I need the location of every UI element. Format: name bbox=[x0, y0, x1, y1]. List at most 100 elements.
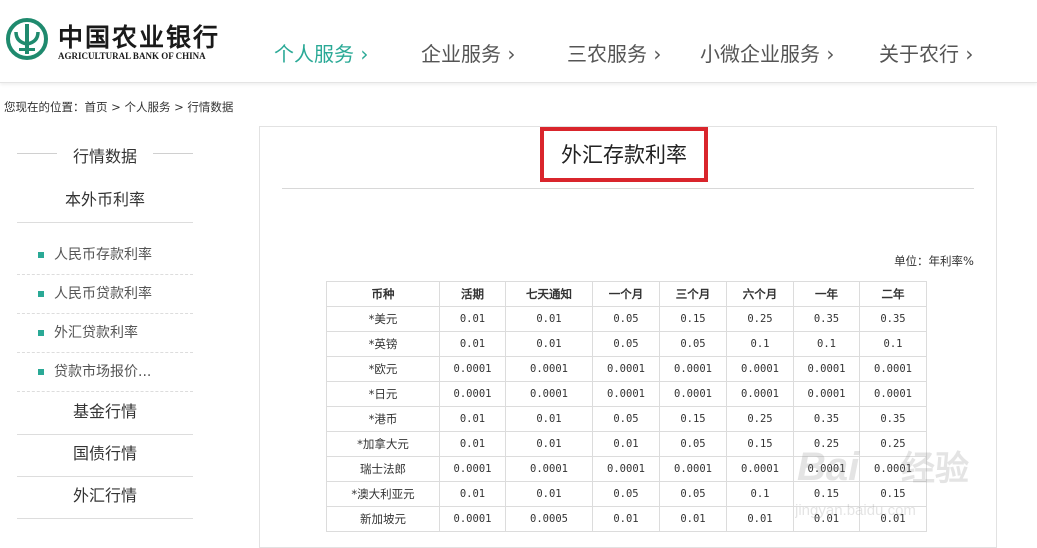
bullet-icon bbox=[38, 369, 44, 375]
column-header: 七天通知 bbox=[505, 281, 593, 307]
logo-chinese-name: 中国农业银行 bbox=[58, 23, 221, 52]
column-header: 六个月 bbox=[726, 281, 794, 307]
rate-cell: 0.0001 bbox=[859, 356, 927, 382]
rate-cell: 0.35 bbox=[793, 406, 860, 432]
table-row: *加拿大元 0.01 0.01 0.01 0.05 0.15 0.25 0.25 bbox=[326, 431, 927, 457]
sidebar-item-rmb-deposit-rates[interactable]: 人民币存款利率 bbox=[17, 236, 193, 275]
sidebar-section-fx-quotes[interactable]: 外汇行情 bbox=[17, 476, 193, 519]
abc-logo-icon bbox=[6, 18, 48, 60]
rate-cell: 0.35 bbox=[793, 306, 860, 332]
rate-cell: 0.01 bbox=[505, 431, 593, 457]
rate-cell: 0.0005 bbox=[505, 506, 593, 532]
rate-cell: 0.15 bbox=[659, 406, 727, 432]
rate-cell: 0.0001 bbox=[659, 456, 727, 482]
rate-cell: 0.0001 bbox=[793, 356, 860, 382]
rate-cell: 0.01 bbox=[659, 506, 727, 532]
unit-note: 单位：年利率% bbox=[894, 254, 974, 268]
sidebar-item-label: 人民币存款利率 bbox=[54, 247, 152, 263]
table-row: *港币 0.01 0.01 0.05 0.15 0.25 0.35 0.35 bbox=[326, 406, 927, 432]
currency-cell: 瑞士法郎 bbox=[326, 456, 440, 482]
currency-cell: *欧元 bbox=[326, 356, 440, 382]
sidebar-heading-label: 行情数据 bbox=[72, 147, 137, 166]
nav-agriculture-services[interactable]: 三农服务 › bbox=[567, 38, 661, 67]
rate-cell: 0.0001 bbox=[793, 456, 860, 482]
table-row: *日元 0.0001 0.0001 0.0001 0.0001 0.0001 0.0001 0… bbox=[326, 381, 927, 407]
sidebar-item-fx-loan-rates[interactable]: 外汇贷款利率 bbox=[17, 314, 193, 353]
rate-cell: 0.0001 bbox=[592, 381, 660, 407]
sidebar-section-fund-quotes[interactable]: 基金行情 bbox=[17, 392, 193, 435]
rate-cell: 0.05 bbox=[659, 431, 727, 457]
rate-cell: 0.05 bbox=[592, 481, 660, 507]
rate-cell: 0.0001 bbox=[659, 356, 727, 382]
table-row: *澳大利亚元 0.01 0.01 0.05 0.05 0.1 0.15 0.15 bbox=[326, 481, 927, 507]
table-body: *美元 0.01 0.01 0.05 0.15 0.25 0.35 0.35 *英镑 0.01 0.… bbox=[326, 306, 927, 532]
currency-cell: *澳大利亚元 bbox=[326, 481, 440, 507]
currency-cell: *日元 bbox=[326, 381, 440, 407]
rate-cell: 0.05 bbox=[659, 331, 727, 357]
rate-cell: 0.25 bbox=[726, 406, 794, 432]
rate-cell: 0.0001 bbox=[726, 381, 794, 407]
sidebar-item-label: 人民币贷款利率 bbox=[54, 286, 152, 302]
rate-cell: 0.25 bbox=[726, 306, 794, 332]
rate-cell: 0.01 bbox=[793, 506, 860, 532]
rate-cell: 0.01 bbox=[439, 306, 506, 332]
bullet-icon bbox=[38, 252, 44, 258]
nav-corporate-services[interactable]: 企业服务 › bbox=[421, 38, 515, 67]
title-divider bbox=[282, 188, 974, 189]
rate-cell: 0.01 bbox=[439, 331, 506, 357]
rate-cell: 0.0001 bbox=[726, 456, 794, 482]
rate-cell: 0.0001 bbox=[726, 356, 794, 382]
rate-cell: 0.01 bbox=[592, 431, 660, 457]
sidebar-item-rmb-loan-rates[interactable]: 人民币贷款利率 bbox=[17, 275, 193, 314]
rate-cell: 0.01 bbox=[726, 506, 794, 532]
rate-cell: 0.01 bbox=[439, 481, 506, 507]
rate-cell: 0.25 bbox=[859, 431, 927, 457]
nav-personal-services[interactable]: 个人服务 › bbox=[274, 38, 368, 67]
rate-cell: 0.0001 bbox=[505, 456, 593, 482]
rate-cell: 0.25 bbox=[793, 431, 860, 457]
bank-logo[interactable]: 中国农业银行 AGRICULTURAL BANK OF CHINA bbox=[6, 18, 236, 64]
rate-cell: 0.0001 bbox=[439, 356, 506, 382]
rate-cell: 0.15 bbox=[659, 306, 727, 332]
rate-cell: 0.05 bbox=[592, 306, 660, 332]
rate-cell: 0.0001 bbox=[859, 381, 927, 407]
table-header-row: 币种 活期 七天通知 一个月 三个月 六个月 一年 二年 bbox=[326, 281, 927, 307]
sidebar-section-fx-rates[interactable]: 本外币利率 bbox=[17, 180, 193, 223]
rate-cell: 0.15 bbox=[793, 481, 860, 507]
rate-cell: 0.01 bbox=[439, 431, 506, 457]
rate-cell: 0.15 bbox=[859, 481, 927, 507]
breadcrumb: 您现在的位置：首页 > 个人服务 > 行情数据 bbox=[4, 100, 234, 114]
rate-cell: 0.0001 bbox=[505, 381, 593, 407]
rate-cell: 0.35 bbox=[859, 406, 927, 432]
rate-cell: 0.0001 bbox=[439, 456, 506, 482]
fx-deposit-rates-table: 币种 活期 七天通知 一个月 三个月 六个月 一年 二年 *美元 0.01 0.01… bbox=[326, 281, 927, 532]
bullet-icon bbox=[38, 291, 44, 297]
rate-cell: 0.05 bbox=[659, 481, 727, 507]
rate-cell: 0.0001 bbox=[793, 381, 860, 407]
rate-cell: 0.1 bbox=[726, 331, 794, 357]
rate-cell: 0.0001 bbox=[439, 506, 506, 532]
nav-about-abc[interactable]: 关于农行 › bbox=[879, 38, 973, 67]
bullet-icon bbox=[38, 330, 44, 336]
sidebar-item-label: 贷款市场报价... bbox=[54, 364, 152, 380]
table-row: *美元 0.01 0.01 0.05 0.15 0.25 0.35 0.35 bbox=[326, 306, 927, 332]
rate-cell: 0.0001 bbox=[592, 456, 660, 482]
table-row: 瑞士法郎 0.0001 0.0001 0.0001 0.0001 0.0001 0.0001… bbox=[326, 456, 927, 482]
table-row: *欧元 0.0001 0.0001 0.0001 0.0001 0.0001 0.0001 0… bbox=[326, 356, 927, 382]
rate-cell: 0.01 bbox=[505, 481, 593, 507]
rate-cell: 0.01 bbox=[505, 406, 593, 432]
rate-cell: 0.1 bbox=[726, 481, 794, 507]
rate-cell: 0.01 bbox=[505, 306, 593, 332]
nav-small-business-services[interactable]: 小微企业服务 › bbox=[700, 38, 834, 67]
sidebar-section-bond-quotes[interactable]: 国债行情 bbox=[17, 434, 193, 477]
currency-cell: *港币 bbox=[326, 406, 440, 432]
rate-cell: 0.1 bbox=[859, 331, 927, 357]
rate-cell: 0.0001 bbox=[592, 356, 660, 382]
table-row: 新加坡元 0.0001 0.0005 0.01 0.01 0.01 0.01 0.01 bbox=[326, 506, 927, 532]
rate-cell: 0.01 bbox=[859, 506, 927, 532]
rate-cell: 0.0001 bbox=[439, 381, 506, 407]
column-header: 二年 bbox=[859, 281, 927, 307]
column-header: 一年 bbox=[793, 281, 860, 307]
rate-cell: 0.05 bbox=[592, 331, 660, 357]
sidebar-item-loan-prime-rate[interactable]: 贷款市场报价... bbox=[17, 353, 193, 392]
